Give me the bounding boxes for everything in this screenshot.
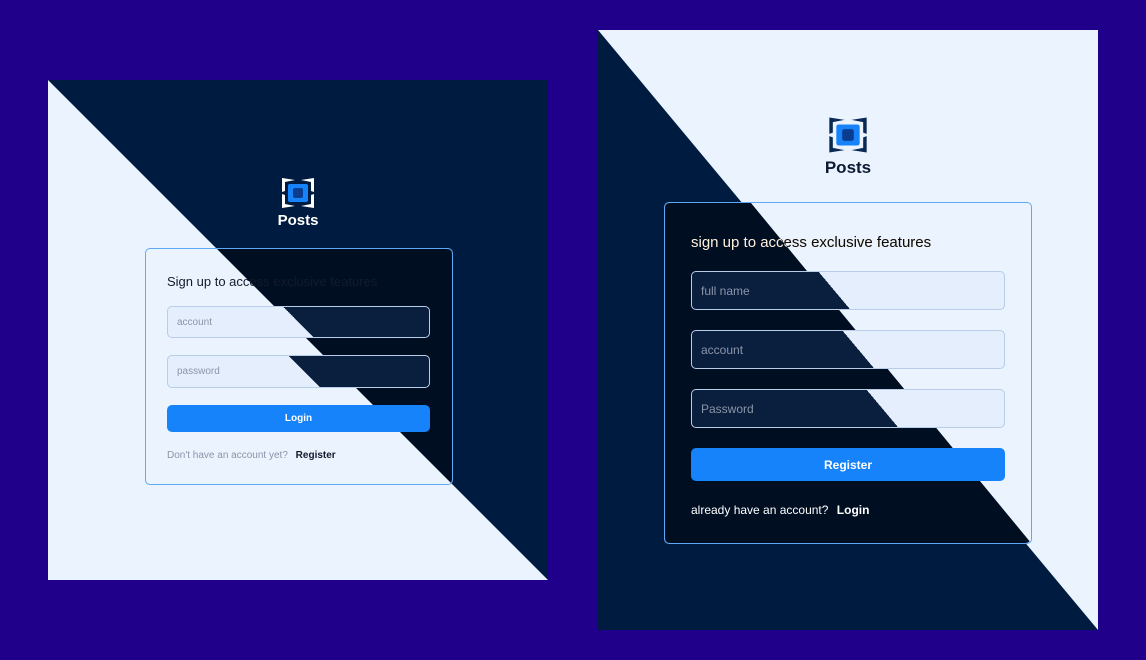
login-card: Sign up to access exclusive features Log… bbox=[145, 248, 453, 485]
login-footer: Don't have an account yet? Register bbox=[167, 450, 336, 461]
brand-name: Posts bbox=[824, 158, 872, 177]
password-input[interactable] bbox=[691, 389, 1005, 428]
full-name-input[interactable] bbox=[691, 271, 1005, 310]
account-input[interactable] bbox=[691, 330, 1005, 369]
register-link[interactable]: Register bbox=[296, 450, 336, 461]
posts-logo-icon bbox=[829, 117, 867, 153]
brand-name: Posts bbox=[277, 212, 319, 229]
account-input[interactable] bbox=[167, 306, 430, 338]
register-button[interactable]: Register bbox=[691, 448, 1005, 481]
register-footer-text: already have an account? bbox=[691, 503, 829, 517]
brand: Posts bbox=[248, 176, 348, 229]
brand: Posts bbox=[798, 114, 898, 178]
card-diagonal-background bbox=[665, 203, 1031, 543]
login-link[interactable]: Login bbox=[837, 503, 870, 517]
login-button[interactable]: Login bbox=[167, 405, 430, 432]
register-heading: sign up to access exclusive features bbox=[691, 234, 932, 251]
posts-logo-icon bbox=[282, 178, 314, 208]
password-input[interactable] bbox=[167, 355, 430, 388]
login-heading: Sign up to access exclusive features bbox=[167, 274, 378, 289]
login-footer-text: Don't have an account yet? bbox=[167, 450, 288, 461]
register-footer: already have an account? Login bbox=[691, 503, 869, 517]
login-panel: Posts Sign up to access exclusive featur… bbox=[48, 80, 548, 580]
register-panel: Posts sign up to access exclusive featur… bbox=[598, 30, 1098, 630]
register-card: sign up to access exclusive features Reg… bbox=[664, 202, 1032, 544]
